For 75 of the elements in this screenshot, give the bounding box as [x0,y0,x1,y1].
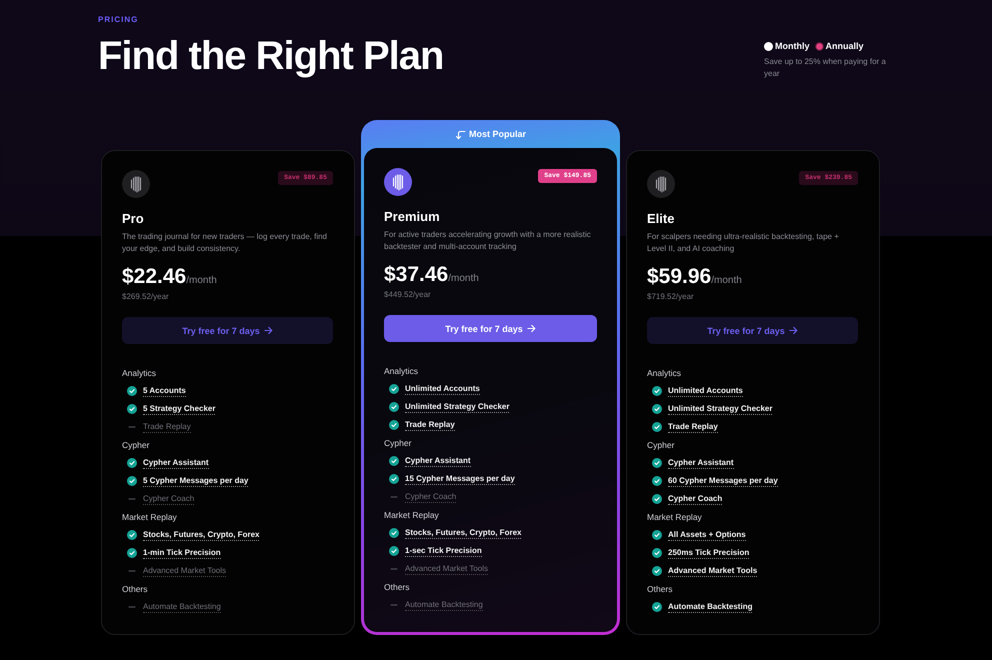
yearly-price: $269.52/year [122,291,170,303]
feature-label: Cypher Coach [143,494,194,504]
feature-label: Cypher Assistant [668,458,734,468]
monthly-price: $37.46 [384,263,448,287]
radio-dot-icon [814,42,824,50]
feature-label: Advanced Market Tools [405,564,488,574]
page-title: Find the Right Plan [98,34,444,78]
feature-label: Unlimited Accounts [405,384,480,394]
feature-group-title: Analytics [384,365,420,378]
yearly-price: $719.52/year [647,291,695,303]
feature-group-title: Cypher [122,439,150,452]
feature-group-title: Analytics [122,367,158,380]
stripes-logo-icon [384,168,412,196]
stripes-logo-icon [122,170,150,198]
billing-note: Save up to 25% when paying for a year [764,56,887,80]
plan-name: Elite [647,212,676,226]
feature-label: 1-sec Tick Precision [405,546,482,556]
plan-description: For active traders accelerating growth with a more realistic backtester and multi-account tracking [384,229,592,253]
feature-group-title: Others [384,581,411,594]
plan-description: The trading journal for new traders — log every trade, find your edge, and build consistency. [122,231,328,255]
price-period: /month [448,273,479,284]
free-trial-button[interactable]: Try free for 7 days [384,315,597,342]
feature-label: All Assets + Options [668,530,746,540]
feature-label: Unlimited Strategy Checker [405,402,510,412]
feature-label: Automate Backtesting [405,600,483,610]
stripes-logo-icon [647,170,675,198]
feature-label: Cypher Coach [668,494,722,504]
feature-group-title: Others [122,583,149,596]
curved-arrow-icon [454,128,466,140]
feature-group-title: Analytics [647,367,682,380]
feature-group-title: Market Replay [384,509,440,522]
feature-label: Advanced Market Tools [668,566,758,576]
monthly-price: $22.46 [122,265,186,289]
plan-name: Premium [384,210,441,224]
feature-label: Automate Backtesting [143,602,221,612]
arrow-right-icon [264,326,273,335]
feature-label: Automate Backtesting [668,602,752,612]
free-trial-button[interactable]: Try free for 7 days [122,317,333,344]
feature-label: Trade Replay [668,422,718,432]
feature-group-title: Market Replay [647,511,703,524]
feature-label: 5 Cypher Messages per day [143,476,248,486]
feature-label: Stocks, Futures, Crypto, Forex [405,528,522,538]
feature-label: Unlimited Accounts [668,386,743,396]
plan-name: Pro [122,212,145,226]
feature-label: Trade Replay [405,420,455,430]
feature-label: Stocks, Futures, Crypto, Forex [143,530,260,540]
plan-description: For scalpers needing ultra-realistic backtesting, tape + Level II, and AI coaching [647,231,840,255]
feature-label: 5 Strategy Checker [143,404,216,414]
feature-label: 1-min Tick Precision [143,548,221,558]
feature-group-title: Cypher [647,439,676,452]
feature-label: Cypher Assistant [405,456,470,466]
feature-group-title: Others [647,583,674,596]
monthly-price: $59.96 [647,265,712,289]
billing-option[interactable]: Annually [814,40,864,52]
arrow-right-icon [526,324,536,333]
feature-group-title: Market Replay [122,511,178,524]
feature-label: 15 Cypher Messages per day [405,474,515,484]
arrow-right-icon [788,326,798,335]
section-eyebrow: PRICING [98,15,140,25]
popular-label: Most Popular [468,129,526,139]
radio-dot-icon [764,42,773,50]
feature-label: Unlimited Strategy Checker [668,404,772,414]
price-period: /month [186,275,217,286]
yearly-price: $449.52/year [384,289,432,301]
feature-label: Advanced Market Tools [143,566,226,576]
billing-option[interactable]: Monthly [764,40,810,52]
feature-label: 60 Cypher Messages per day [668,476,778,486]
free-trial-button[interactable]: Try free for 7 days [647,317,858,344]
feature-label: 5 Accounts [143,386,186,396]
feature-group-title: Cypher [384,437,412,450]
price-period: /month [711,275,742,286]
feature-label: Cypher Coach [405,492,456,502]
feature-label: Cypher Assistant [143,458,208,468]
feature-label: 250ms Tick Precision [668,548,750,558]
feature-label: Trade Replay [143,422,191,432]
